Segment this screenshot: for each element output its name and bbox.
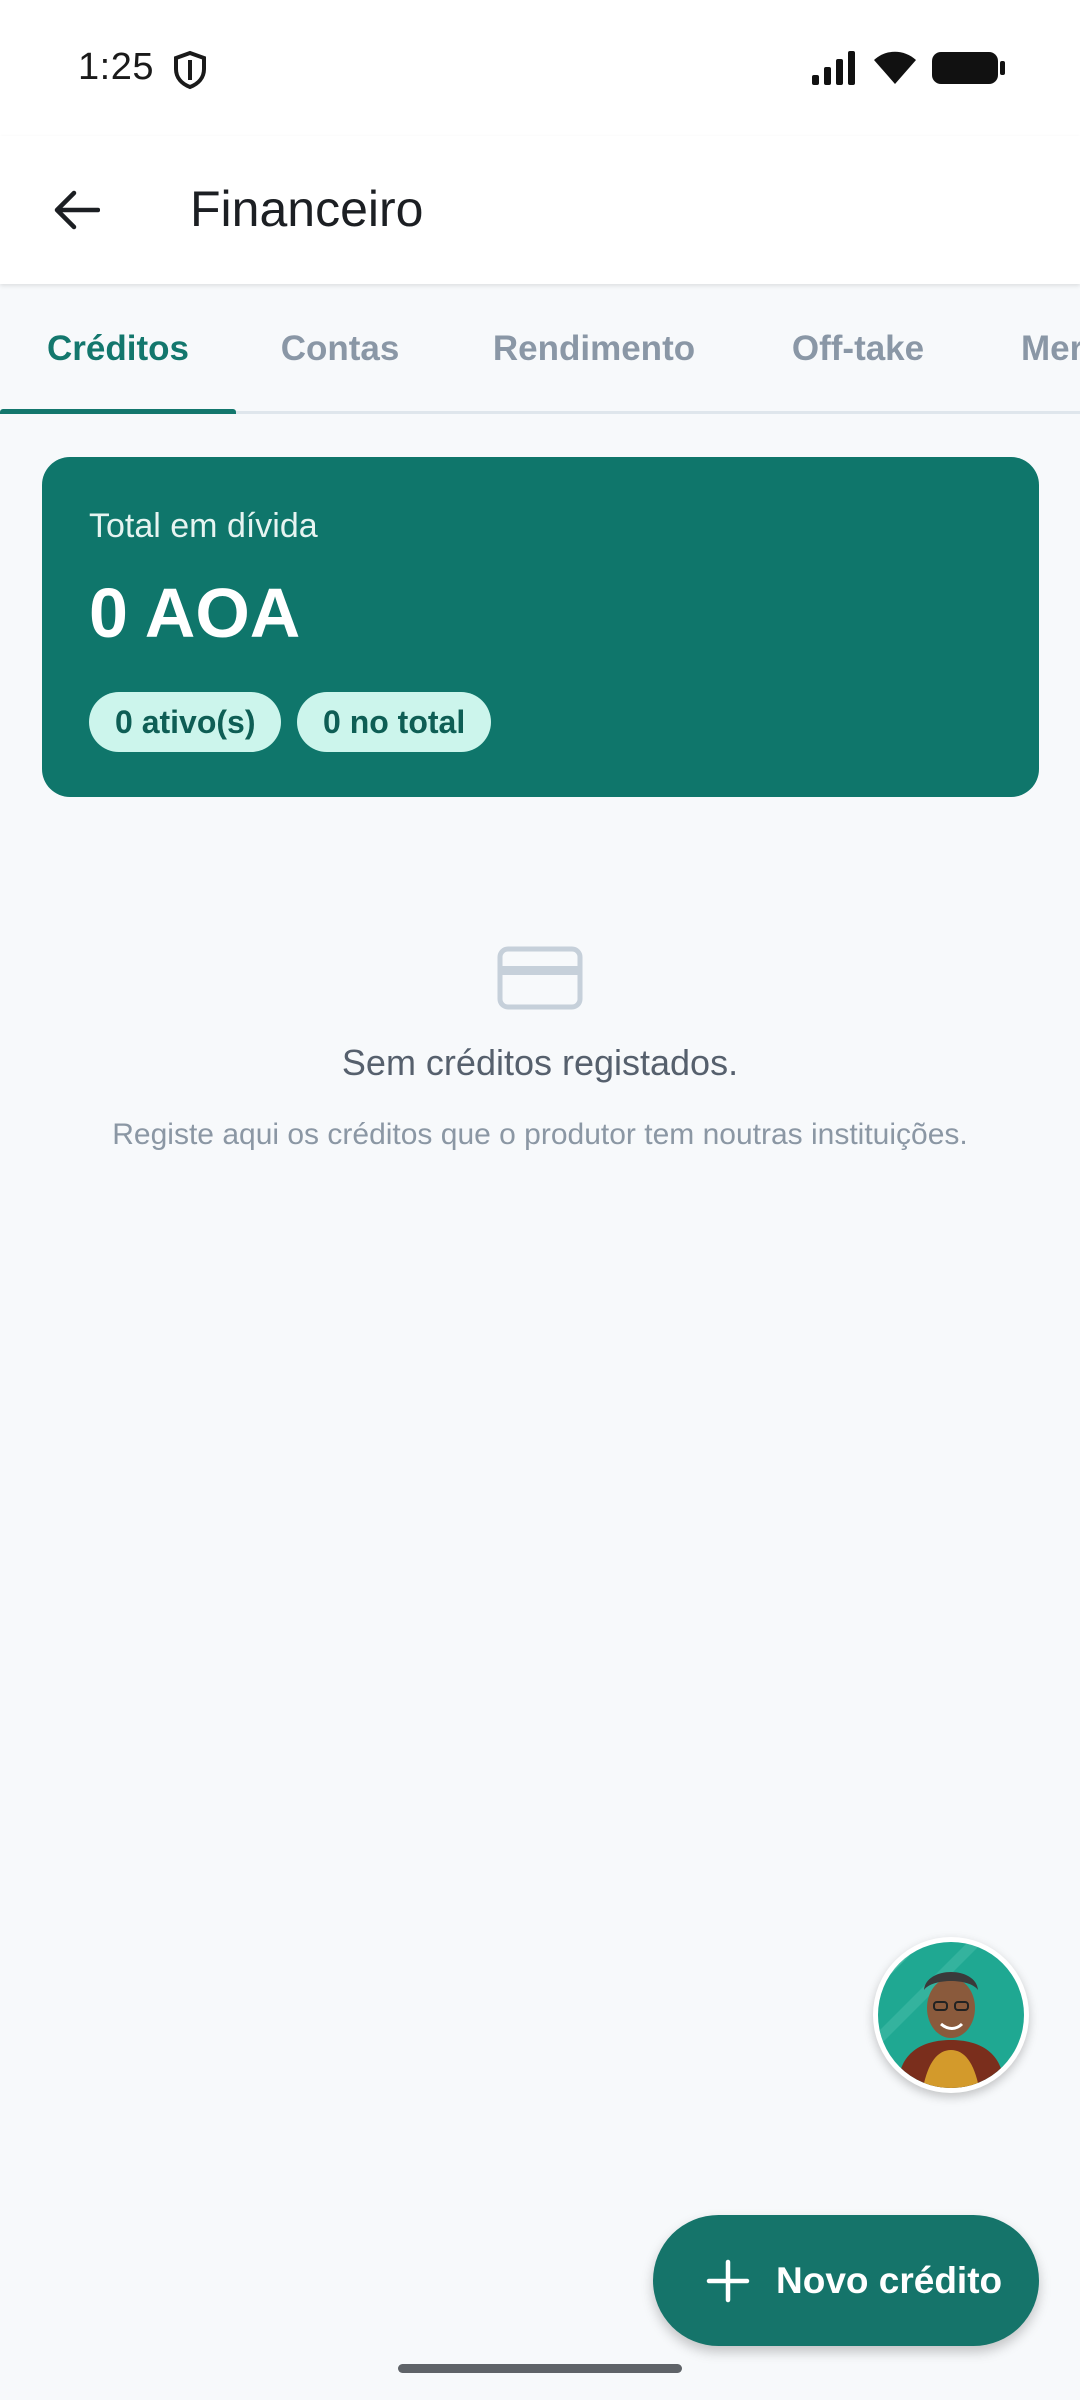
summary-amount: 0 AOA (89, 574, 301, 652)
arrow-left-icon (54, 190, 100, 230)
tab-label: Contas (280, 329, 400, 368)
plus-icon (706, 2259, 750, 2302)
total-count-chip: 0 no total (297, 692, 492, 752)
status-icons (812, 46, 1006, 90)
new-credit-button[interactable]: Novo crédito (653, 2215, 1039, 2346)
tab-label: Rendimento (492, 329, 696, 368)
assistant-avatar-image (878, 1942, 1024, 2088)
active-count-chip: 0 ativo(s) (89, 692, 282, 752)
tab-label: Mer (1021, 329, 1080, 368)
shield-icon (174, 50, 206, 90)
tab-label: Off-take (791, 329, 925, 368)
tab-rendimento[interactable]: Rendimento (474, 284, 714, 414)
status-bar: 1:25 (0, 0, 1080, 136)
status-time: 1:25 (78, 46, 154, 88)
tab-off-take[interactable]: Off-take (766, 284, 950, 414)
home-indicator[interactable] (398, 2364, 682, 2373)
page-title: Financeiro (190, 181, 424, 237)
tab-mer[interactable]: Mer (1021, 284, 1080, 414)
debt-summary-card: Total em dívida 0 AOA 0 ativo(s) 0 no to… (42, 457, 1039, 797)
empty-state-title: Sem créditos registados. (341, 1042, 739, 1083)
summary-label: Total em dívida (89, 507, 318, 545)
empty-state-subtitle: Registe aqui os créditos que o produtor … (112, 1118, 968, 1151)
assistant-avatar[interactable] (873, 1937, 1029, 2093)
screen: 1:25 Financeiro Créditos Contas Rendimen… (0, 0, 1080, 2400)
credit-card-icon (497, 946, 583, 1010)
back-button[interactable] (36, 170, 116, 250)
tab-indicator (0, 409, 236, 414)
tab-bar: Créditos Contas Rendimento Off-take Mer (0, 284, 1080, 414)
wifi-icon (874, 51, 916, 84)
battery-icon (932, 52, 1005, 84)
fab-label: Novo crédito (776, 2259, 1003, 2301)
tab-creditos[interactable]: Créditos (0, 284, 236, 414)
tab-contas[interactable]: Contas (250, 284, 430, 414)
tab-label: Créditos (47, 329, 189, 368)
signal-icon (812, 51, 855, 85)
app-bar: Financeiro (0, 136, 1080, 284)
